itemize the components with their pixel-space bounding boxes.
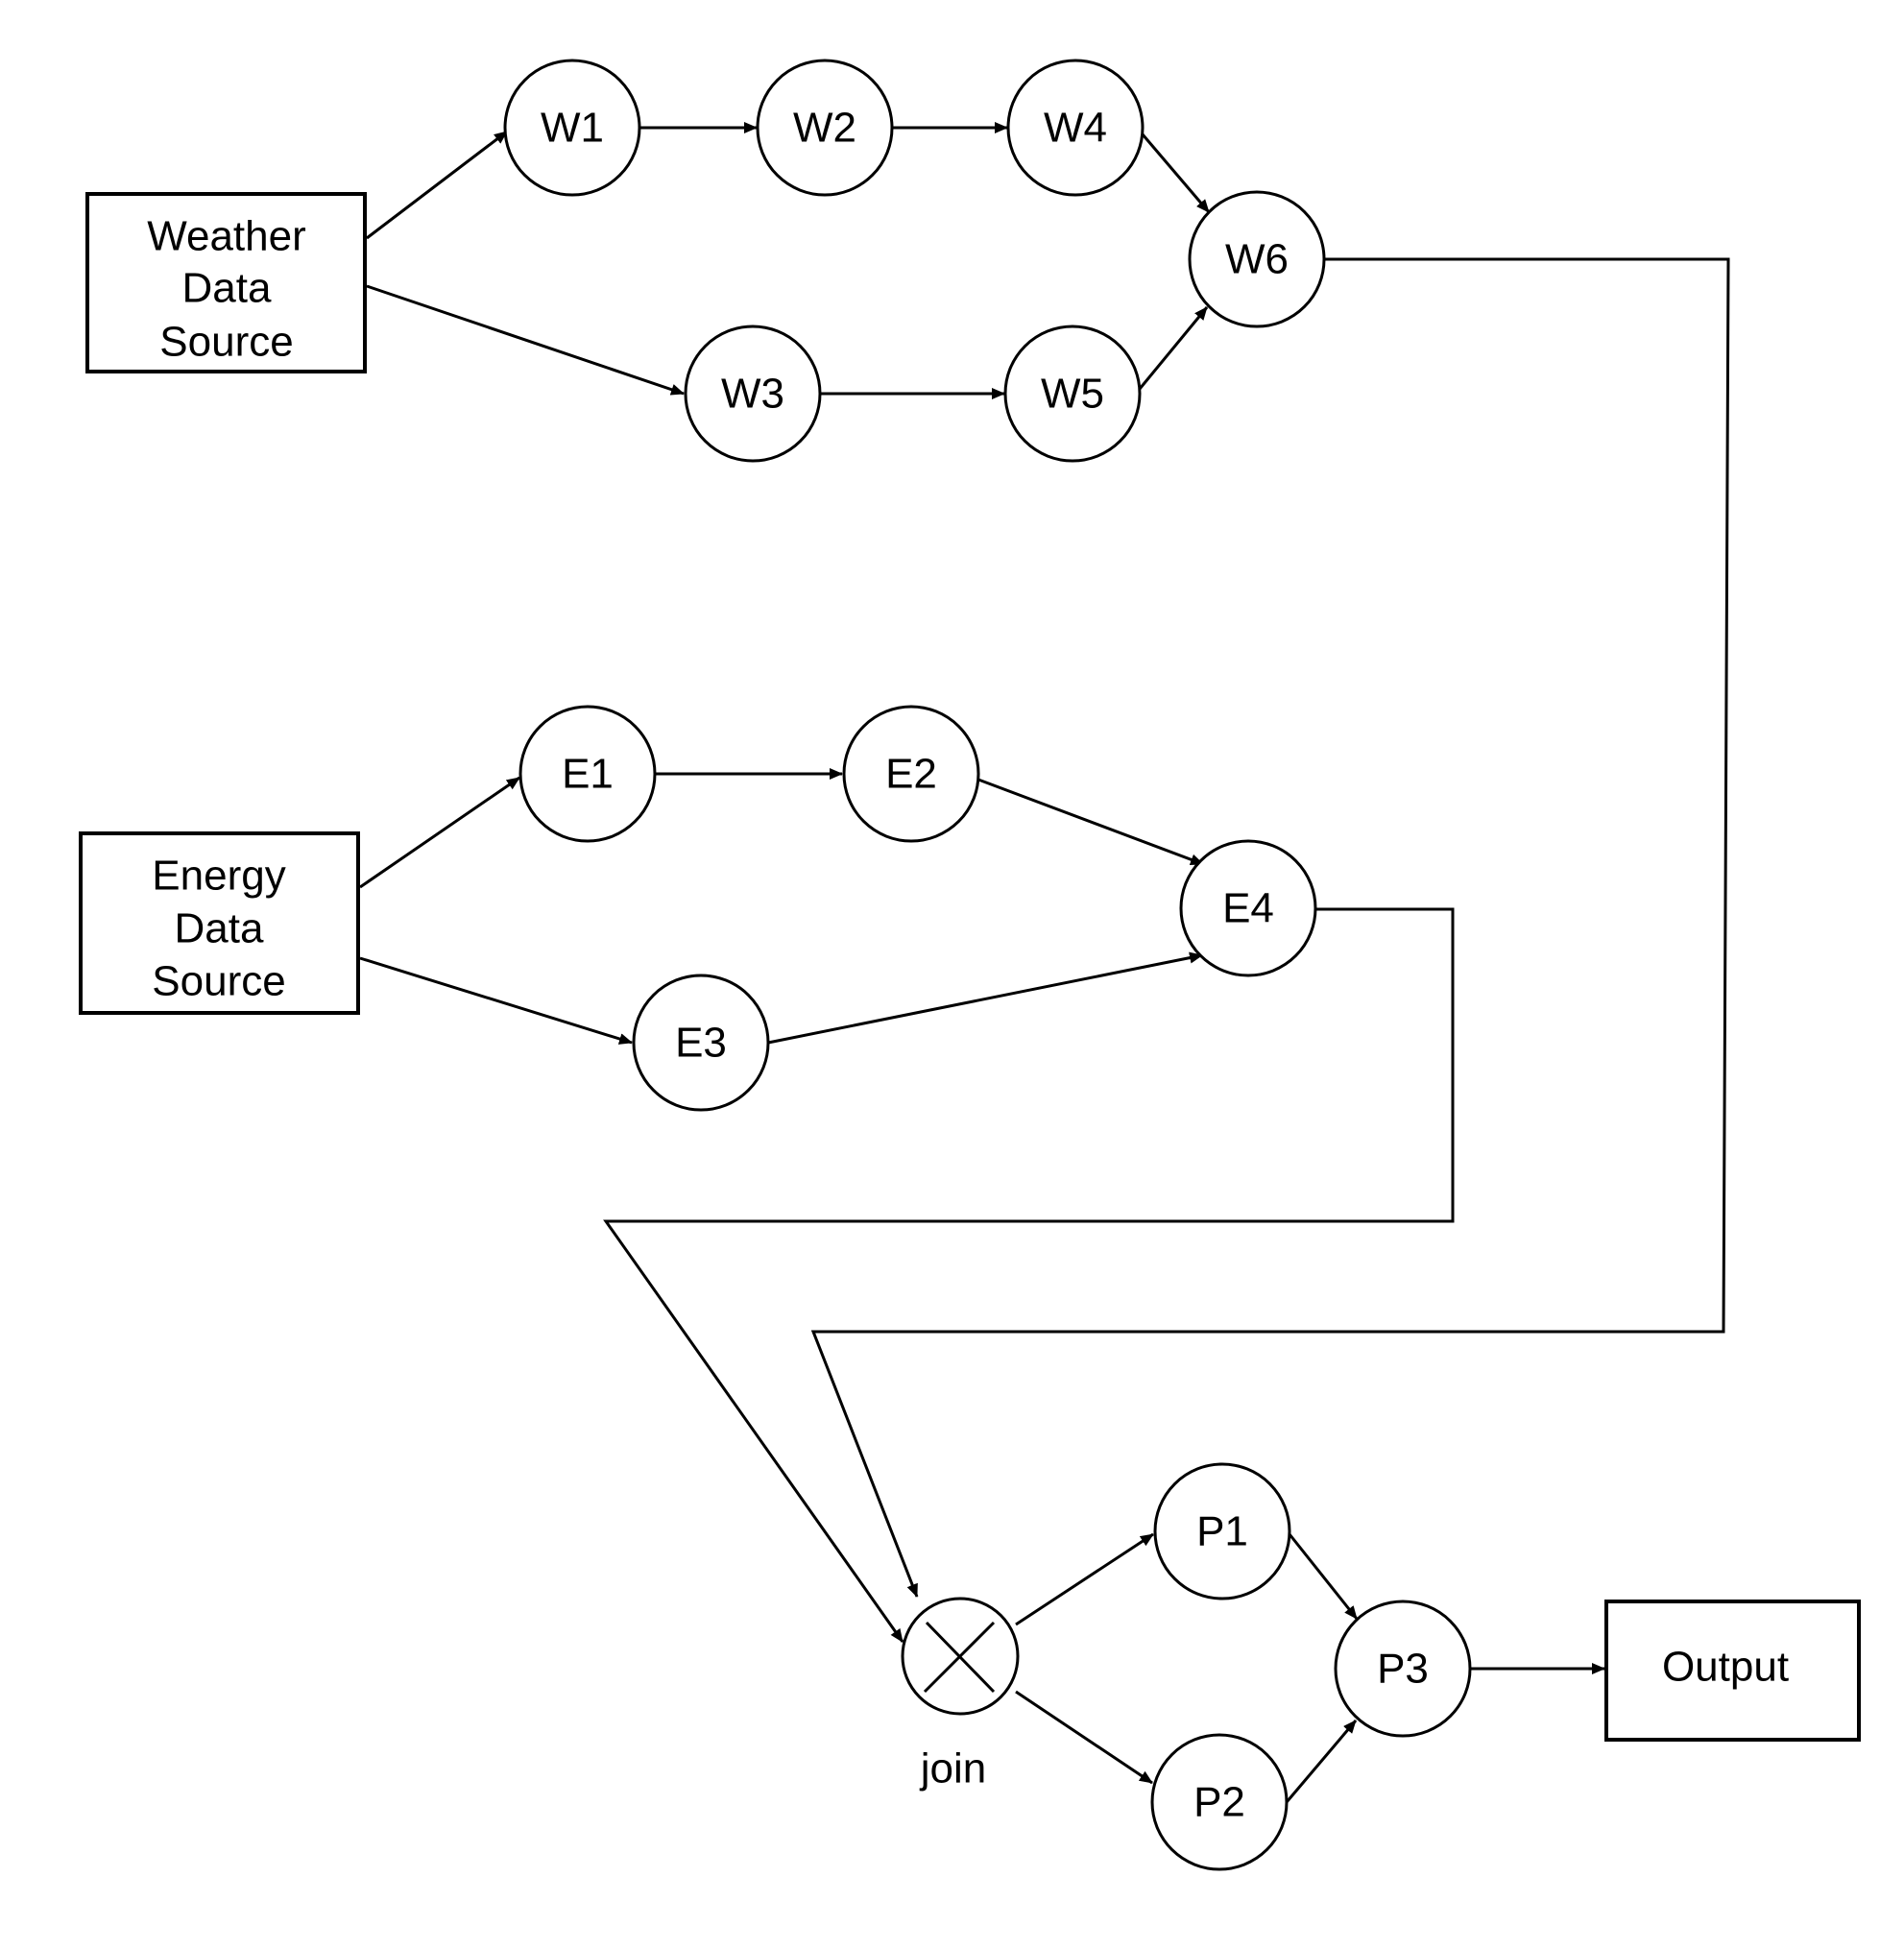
node-p2-label: P2 (1193, 1779, 1245, 1826)
energy-data-source-box[interactable]: Energy Data Source (79, 831, 360, 1015)
node-e4[interactable]: E4 (1179, 839, 1317, 977)
join-node[interactable] (901, 1597, 1020, 1716)
edge-join-p1 (1015, 1532, 1154, 1626)
node-p2[interactable]: P2 (1150, 1733, 1289, 1871)
node-e1[interactable]: E1 (518, 705, 657, 843)
energy-source-label-line3: Source (152, 958, 285, 1005)
edge-w5-w6 (1138, 306, 1209, 390)
edge-energy-e1 (359, 776, 520, 889)
weather-source-label-line2: Data (182, 265, 272, 312)
node-p1-label: P1 (1196, 1508, 1248, 1555)
node-p3[interactable]: P3 (1334, 1600, 1472, 1738)
node-e2-label: E2 (885, 751, 937, 798)
energy-source-label-line1: Energy (152, 853, 285, 900)
node-w3-label: W3 (721, 371, 784, 418)
dataflow-diagram: Weather Data Source Energy Data Source W… (79, 59, 1861, 1871)
node-e3[interactable]: E3 (632, 974, 770, 1112)
join-label: join (919, 1745, 987, 1793)
node-w2[interactable]: W2 (756, 59, 894, 197)
output-label: Output (1662, 1644, 1789, 1691)
edge-p1-p3 (1288, 1533, 1359, 1620)
edge-energy-e3 (359, 956, 633, 1045)
energy-source-label-line2: Data (175, 905, 264, 952)
node-w1-label: W1 (541, 105, 604, 152)
node-w4[interactable]: W4 (1006, 59, 1145, 197)
weather-data-source-box[interactable]: Weather Data Source (85, 192, 367, 373)
edge-p2-p3 (1285, 1720, 1358, 1803)
node-e2[interactable]: E2 (842, 705, 980, 843)
node-p3-label: P3 (1377, 1646, 1429, 1693)
node-e1-label: E1 (562, 751, 614, 798)
node-w5[interactable]: W5 (1003, 325, 1142, 463)
edge-weather-w1 (366, 130, 508, 240)
node-w6[interactable]: W6 (1188, 190, 1326, 328)
node-w1[interactable]: W1 (503, 59, 641, 197)
edge-e3-e4 (767, 951, 1203, 1045)
node-w6-label: W6 (1225, 236, 1289, 283)
node-e3-label: E3 (675, 1020, 727, 1067)
node-w3[interactable]: W3 (684, 325, 822, 463)
node-p1[interactable]: P1 (1153, 1462, 1291, 1600)
output-box[interactable]: Output (1604, 1600, 1861, 1742)
node-e4-label: E4 (1222, 885, 1274, 932)
weather-source-label-line3: Source (159, 319, 293, 366)
edge-weather-w3 (366, 284, 685, 396)
node-w4-label: W4 (1044, 105, 1107, 152)
weather-source-label-line1: Weather (147, 213, 306, 260)
node-w2-label: W2 (793, 105, 856, 152)
edge-w4-w6 (1141, 133, 1211, 213)
node-w5-label: W5 (1041, 371, 1104, 418)
edge-join-p2 (1015, 1690, 1153, 1785)
edge-e2-e4 (977, 778, 1204, 866)
